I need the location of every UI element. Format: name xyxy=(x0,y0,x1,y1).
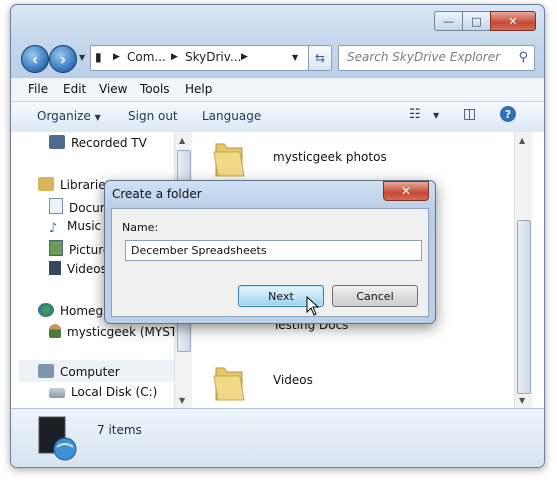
nav-label: Recorded TV xyxy=(71,136,147,150)
videos-icon xyxy=(49,261,61,275)
nav-label: Local Disk (C:) xyxy=(71,385,158,399)
language-button[interactable]: Language xyxy=(202,109,261,123)
breadcrumb-segment-computer[interactable]: Com... xyxy=(127,50,166,64)
menu-bar: File Edit View Tools Help xyxy=(11,77,544,102)
refresh-button[interactable]: ⇆ xyxy=(308,45,332,71)
nav-item-recorded-tv[interactable]: Recorded TV xyxy=(49,135,147,150)
scroll-down-icon[interactable]: ▼ xyxy=(519,396,525,405)
nav-item-local-disk[interactable]: Local Disk (C:) xyxy=(49,385,157,399)
scroll-up-icon[interactable]: ▲ xyxy=(519,136,525,145)
nav-label: Music xyxy=(67,219,102,233)
forward-button[interactable]: › xyxy=(49,45,77,73)
breadcrumb-separator-icon: ▶ xyxy=(171,52,178,62)
nav-item-libraries[interactable]: Libraries xyxy=(38,177,112,192)
create-folder-dialog: Create a folder ✕ Name: Next Cancel xyxy=(104,180,436,324)
file-item-videos[interactable]: Videos xyxy=(273,373,313,387)
breadcrumb-separator-icon: ▶ xyxy=(113,52,120,62)
documents-icon xyxy=(49,198,63,214)
music-icon: ♪ xyxy=(49,221,58,236)
dialog-title: Create a folder xyxy=(112,187,202,201)
dialog-body: Name: Next Cancel xyxy=(111,208,429,317)
nav-label: Computer xyxy=(60,365,120,379)
breadcrumb-segment-skydrive[interactable]: SkyDriv... xyxy=(185,50,241,64)
view-options-icon[interactable]: ☷ xyxy=(409,107,421,122)
address-root-icon: ▮ xyxy=(95,50,102,64)
address-dropdown-icon[interactable]: ▼ xyxy=(292,53,298,62)
menu-tools[interactable]: Tools xyxy=(140,82,170,96)
nav-label: Videos xyxy=(67,262,107,276)
user-icon xyxy=(49,324,61,338)
menu-help[interactable]: Help xyxy=(185,82,212,96)
dialog-close-button[interactable]: ✕ xyxy=(383,181,429,201)
help-icon[interactable]: ? xyxy=(500,106,516,122)
menu-view[interactable]: View xyxy=(99,82,127,96)
menu-edit[interactable]: Edit xyxy=(63,82,86,96)
nav-item-computer[interactable]: Computer xyxy=(38,364,120,379)
navigation-row: ‹ › ▼ ▮ ▶ Com... ▶ SkyDriv... ▶ ▼ ⇆ ⚲ xyxy=(17,43,537,73)
address-bar[interactable]: ▮ ▶ Com... ▶ SkyDriv... ▶ ▼ xyxy=(90,45,332,71)
nav-item-pictures[interactable]: Picture xyxy=(49,240,110,257)
nav-item-music[interactable]: ♪ Music xyxy=(49,219,102,236)
organize-label: Organize xyxy=(37,109,91,123)
mouse-cursor-icon xyxy=(306,296,320,316)
scroll-thumb[interactable] xyxy=(517,220,531,394)
cancel-button[interactable]: Cancel xyxy=(332,285,418,307)
file-item-mysticgeek-photos[interactable]: mysticgeek photos xyxy=(273,150,387,164)
pictures-icon xyxy=(49,240,63,256)
hard-disk-icon xyxy=(49,388,65,398)
breadcrumb-separator-icon: ▶ xyxy=(241,52,248,62)
search-icon[interactable]: ⚲ xyxy=(518,50,528,65)
caption-buttons: — □ ✕ xyxy=(434,11,536,31)
homegroup-icon xyxy=(38,303,54,317)
view-dropdown-icon[interactable]: ▼ xyxy=(433,111,439,120)
preview-pane-icon[interactable]: ◫ xyxy=(463,106,476,122)
name-label: Name: xyxy=(122,221,159,234)
recent-pages-dropdown-icon[interactable]: ▼ xyxy=(79,53,85,62)
file-list-scrollbar[interactable]: ▲ ▼ xyxy=(514,132,532,408)
chevron-down-icon: ▼ xyxy=(94,113,101,122)
folder-name-input[interactable] xyxy=(125,240,422,261)
nav-item-videos[interactable]: Videos xyxy=(49,261,107,276)
scroll-up-icon[interactable]: ▲ xyxy=(179,136,185,145)
close-button[interactable]: ✕ xyxy=(490,11,536,31)
menu-file[interactable]: File xyxy=(28,82,48,96)
organize-button[interactable]: Organize ▼ xyxy=(37,109,101,123)
back-button[interactable]: ‹ xyxy=(21,45,49,73)
sign-out-button[interactable]: Sign out xyxy=(128,109,178,123)
item-count: 7 items xyxy=(97,423,142,437)
minimize-button[interactable]: — xyxy=(434,11,463,31)
search-box[interactable]: ⚲ xyxy=(338,45,535,71)
nav-item-documents[interactable]: Docum xyxy=(49,198,111,215)
nav-item-homegroup[interactable]: Homegr xyxy=(38,303,108,318)
skydrive-icon xyxy=(38,416,77,461)
maximize-button[interactable]: □ xyxy=(462,11,491,31)
details-pane: 7 items xyxy=(11,408,544,467)
computer-icon xyxy=(38,364,54,378)
scroll-down-icon[interactable]: ▼ xyxy=(179,396,185,405)
folder-icon[interactable] xyxy=(212,138,246,178)
folder-icon[interactable] xyxy=(212,362,246,402)
search-input[interactable] xyxy=(345,49,514,65)
libraries-icon xyxy=(38,177,54,191)
nav-label: mysticgeek (MYST xyxy=(67,325,175,339)
command-bar: Organize ▼ Sign out Language ☷ ▼ ◫ ? xyxy=(11,101,544,133)
nav-label: Homegr xyxy=(60,304,108,318)
tv-icon xyxy=(49,135,65,149)
nav-item-user[interactable]: mysticgeek (MYST xyxy=(49,324,175,339)
